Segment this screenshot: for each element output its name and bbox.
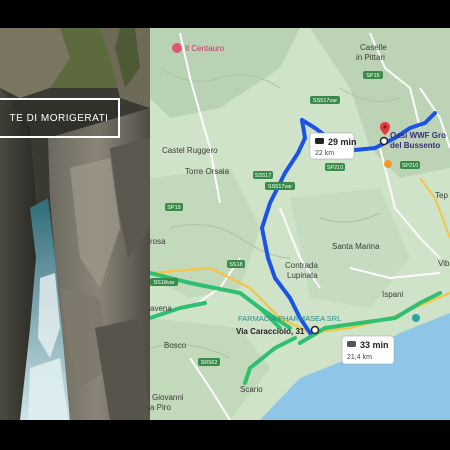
svg-text:SP210: SP210 <box>327 165 344 171</box>
place-label: in Pittari <box>356 53 385 62</box>
svg-text:SP19: SP19 <box>167 205 180 211</box>
svg-text:SP16: SP16 <box>366 73 379 79</box>
place-label: Scario <box>240 385 263 394</box>
place-label: Lupinata <box>287 271 318 280</box>
waypoint-dot <box>384 160 392 168</box>
alt-route-callout[interactable]: 33 min 21,4 km <box>341 335 395 365</box>
pharmacy-label: FARMACIA PHARMASEA SRL <box>238 314 341 323</box>
origin-label: Via Caracciolo, 31 <box>236 327 305 336</box>
svg-text:SS517var: SS517var <box>313 98 337 104</box>
place-label: avena <box>150 304 172 313</box>
primary-route-callout[interactable]: 29 min 22 km <box>309 132 357 160</box>
place-label: Vib <box>438 259 450 268</box>
car-icon <box>347 341 356 347</box>
gorge-photo: TE DI MORIGERATI <box>0 28 150 420</box>
photo-title-banner: TE DI MORIGERATI <box>0 98 120 138</box>
origin-dot-icon <box>310 325 320 335</box>
pharmacy-icon <box>412 314 420 322</box>
place-label: Bosco <box>164 341 187 350</box>
svg-text:SS18var: SS18var <box>153 280 174 286</box>
map-canvas[interactable]: SP16 SS517var SP210 SP210 SS517 SS517var… <box>150 28 450 420</box>
primary-route-time: 29 min <box>328 137 357 147</box>
place-label: Castel Ruggero <box>162 146 218 155</box>
place-label: Ispani <box>382 290 404 299</box>
gorge-photo-image <box>0 28 150 420</box>
svg-text:SS517var: SS517var <box>268 184 292 190</box>
place-label: Giovanni <box>152 393 184 402</box>
svg-text:Oasi WWF Gro: Oasi WWF Gro <box>390 131 446 140</box>
place-label: Tep <box>435 191 448 200</box>
svg-text:SS18: SS18 <box>229 262 242 268</box>
car-icon <box>315 138 324 144</box>
place-label: Caselle <box>360 43 387 52</box>
primary-route-distance: 22 km <box>315 150 334 157</box>
poi-pin-icon <box>172 43 182 53</box>
alt-route-distance: 21,4 km <box>347 354 372 361</box>
collage-frame: TE DI MORIGERATI SP16 SS517var SP210 SP2… <box>0 28 450 420</box>
place-label: Santa Marina <box>332 242 380 251</box>
place-label: a Piro <box>150 403 171 412</box>
route-map[interactable]: SP16 SS517var SP210 SP210 SS517 SS517var… <box>150 28 450 420</box>
photo-title-text: TE DI MORIGERATI <box>9 112 109 124</box>
alt-route-time: 33 min <box>360 340 389 350</box>
place-label: rosa <box>150 237 166 246</box>
place-label: Il Centauro <box>185 44 225 53</box>
place-label: Contrada <box>285 261 318 270</box>
svg-text:SS517: SS517 <box>255 173 272 179</box>
svg-text:del Bussento: del Bussento <box>390 141 440 150</box>
destination-dot-icon <box>379 136 389 146</box>
svg-text:SR562: SR562 <box>201 360 218 366</box>
svg-text:SP210: SP210 <box>402 163 419 169</box>
place-label: Torre Orsaia <box>185 167 230 176</box>
